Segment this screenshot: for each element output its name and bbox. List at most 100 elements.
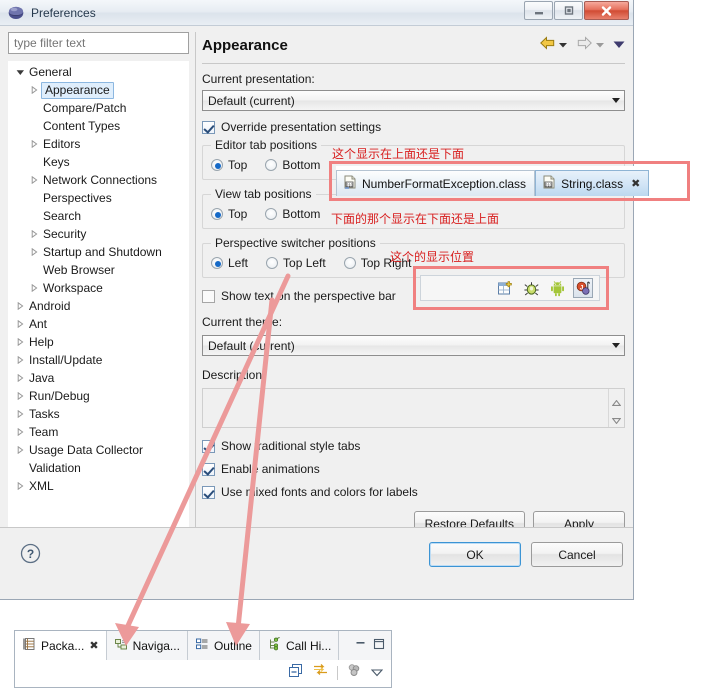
editor-tab-top-radio[interactable]: Top bbox=[211, 158, 247, 172]
filter-input[interactable] bbox=[8, 32, 189, 54]
chevron-right-icon[interactable] bbox=[14, 320, 27, 328]
chevron-right-icon[interactable] bbox=[14, 446, 27, 454]
tree-item-appearance[interactable]: Appearance bbox=[8, 81, 189, 99]
tree-item-perspectives[interactable]: Perspectives bbox=[8, 189, 189, 207]
back-icon[interactable] bbox=[539, 35, 556, 55]
maximize-button[interactable] bbox=[554, 1, 583, 20]
override-checkbox[interactable] bbox=[202, 120, 215, 134]
tree-item-xml[interactable]: XML bbox=[8, 477, 189, 495]
chevron-right-icon[interactable] bbox=[28, 248, 41, 256]
help-icon[interactable]: ? bbox=[20, 543, 41, 569]
editor-tab-bottom-radio[interactable]: Bottom bbox=[265, 158, 320, 172]
animations-row[interactable]: Enable animations bbox=[202, 462, 625, 476]
dialog-footer: ? OK Cancel bbox=[0, 527, 633, 599]
chevron-right-icon[interactable] bbox=[14, 482, 27, 490]
tree-item-startup-and-shutdown[interactable]: Startup and Shutdown bbox=[8, 243, 189, 261]
debug-perspective-icon[interactable] bbox=[521, 278, 541, 298]
chevron-right-icon[interactable] bbox=[14, 356, 27, 364]
description-box[interactable] bbox=[202, 388, 625, 428]
view-menu-icon[interactable] bbox=[346, 663, 363, 683]
editor-tab-string[interactable]: 010 String.class ✖ bbox=[535, 170, 650, 196]
traditional-tabs-checkbox[interactable] bbox=[202, 439, 215, 453]
chevron-right-icon[interactable] bbox=[14, 428, 27, 436]
link-with-editor-icon[interactable] bbox=[312, 663, 329, 683]
view-tab-top-radio[interactable]: Top bbox=[211, 207, 247, 221]
android-perspective-icon[interactable] bbox=[547, 278, 567, 298]
chevron-right-icon[interactable] bbox=[28, 176, 41, 184]
maximize-icon[interactable] bbox=[373, 637, 385, 655]
tree-item-workspace[interactable]: Workspace bbox=[8, 279, 189, 297]
tree-item-search[interactable]: Search bbox=[8, 207, 189, 225]
chevron-right-icon[interactable] bbox=[14, 374, 27, 382]
tree-item-label: Java bbox=[29, 370, 55, 385]
chevron-right-icon[interactable] bbox=[14, 338, 27, 346]
tree-item-ant[interactable]: Ant bbox=[8, 315, 189, 333]
tree-item-android[interactable]: Android bbox=[8, 297, 189, 315]
page-menu-icon[interactable] bbox=[613, 36, 625, 54]
preferences-tree[interactable]: General Appearance Compare/Patch Content Ty… bbox=[8, 61, 189, 554]
view-tab-navigator[interactable]: Naviga... bbox=[107, 631, 188, 660]
chevron-right-icon[interactable] bbox=[28, 230, 41, 238]
tree-item-editors[interactable]: Editors bbox=[8, 135, 189, 153]
tree-item-validation[interactable]: Validation bbox=[8, 459, 189, 477]
tree-item-web-browser[interactable]: Web Browser bbox=[8, 261, 189, 279]
tree-item-usage-data-collector[interactable]: Usage Data Collector bbox=[8, 441, 189, 459]
traditional-tabs-row[interactable]: Show traditional style tabs bbox=[202, 439, 625, 453]
forward-icon bbox=[576, 35, 593, 55]
collapse-all-icon[interactable] bbox=[288, 663, 304, 683]
cancel-button[interactable]: Cancel bbox=[531, 542, 623, 567]
close-icon[interactable]: ✖ bbox=[89, 639, 98, 652]
tree-item-content-types[interactable]: Content Types bbox=[8, 117, 189, 135]
tree-item-compare-patch[interactable]: Compare/Patch bbox=[8, 99, 189, 117]
tree-item-java[interactable]: Java bbox=[8, 369, 189, 387]
tree-item-security[interactable]: Security bbox=[8, 225, 189, 243]
theme-label: Current theme: bbox=[202, 315, 283, 329]
override-row[interactable]: Override presentation settings bbox=[202, 120, 625, 134]
page-header: Appearance bbox=[202, 32, 625, 58]
chevron-right-icon[interactable] bbox=[28, 284, 41, 292]
radio-label: Top Left bbox=[283, 256, 326, 270]
tree-item-keys[interactable]: Keys bbox=[8, 153, 189, 171]
view-tab-outline[interactable]: Outline bbox=[188, 631, 260, 660]
view-tab-label: Call Hi... bbox=[285, 638, 332, 653]
animations-checkbox[interactable] bbox=[202, 462, 215, 476]
tree-item-team[interactable]: Team bbox=[8, 423, 189, 441]
perspective-top-left-radio[interactable]: Top Left bbox=[266, 256, 326, 270]
tree-item-help[interactable]: Help bbox=[8, 333, 189, 351]
close-icon[interactable]: ✖ bbox=[631, 177, 640, 190]
chevron-right-icon[interactable] bbox=[14, 392, 27, 400]
mixed-fonts-checkbox[interactable] bbox=[202, 485, 215, 499]
minimize-button[interactable] bbox=[524, 1, 553, 20]
new-perspective-icon[interactable] bbox=[495, 278, 515, 298]
override-label: Override presentation settings bbox=[221, 120, 382, 134]
scroll-down-icon[interactable] bbox=[611, 411, 622, 429]
tree-item-general[interactable]: General bbox=[8, 63, 189, 81]
chevron-right-icon[interactable] bbox=[28, 86, 41, 94]
view-tab-call-hierarchy[interactable]: Call Hi... bbox=[260, 631, 340, 660]
perspective-left-radio[interactable]: Left bbox=[211, 256, 248, 270]
minimize-icon[interactable] bbox=[355, 637, 367, 655]
view-tab-bottom-radio[interactable]: Bottom bbox=[265, 207, 320, 221]
tree-item-network-connections[interactable]: Network Connections bbox=[8, 171, 189, 189]
scroll-up-icon[interactable] bbox=[611, 393, 622, 411]
presentation-combo[interactable]: Default (current) bbox=[202, 90, 625, 111]
view-menu-dropdown-icon[interactable] bbox=[370, 664, 384, 682]
tree-item-install-update[interactable]: Install/Update bbox=[8, 351, 189, 369]
show-text-checkbox[interactable] bbox=[202, 289, 215, 303]
theme-combo[interactable]: Default (current) bbox=[202, 335, 625, 356]
mixed-fonts-row[interactable]: Use mixed fonts and colors for labels bbox=[202, 485, 625, 499]
back-dropdown-icon[interactable] bbox=[558, 36, 568, 54]
chevron-down-icon[interactable] bbox=[14, 69, 27, 76]
chevron-right-icon[interactable] bbox=[28, 140, 41, 148]
description-scrollbar[interactable] bbox=[608, 389, 624, 427]
chevron-right-icon[interactable] bbox=[14, 410, 27, 418]
ok-button[interactable]: OK bbox=[429, 542, 521, 567]
page-title: Appearance bbox=[202, 36, 288, 54]
tree-item-tasks[interactable]: Tasks bbox=[8, 405, 189, 423]
view-tab-package-explorer[interactable]: Packa... ✖ bbox=[15, 631, 107, 660]
editor-tab-numberformatexception[interactable]: 010 NumberFormatException.class bbox=[336, 170, 536, 196]
java-perspective-icon[interactable]: J bbox=[573, 278, 593, 298]
chevron-right-icon[interactable] bbox=[14, 302, 27, 310]
tree-item-run-debug[interactable]: Run/Debug bbox=[8, 387, 189, 405]
close-button[interactable] bbox=[584, 1, 629, 20]
